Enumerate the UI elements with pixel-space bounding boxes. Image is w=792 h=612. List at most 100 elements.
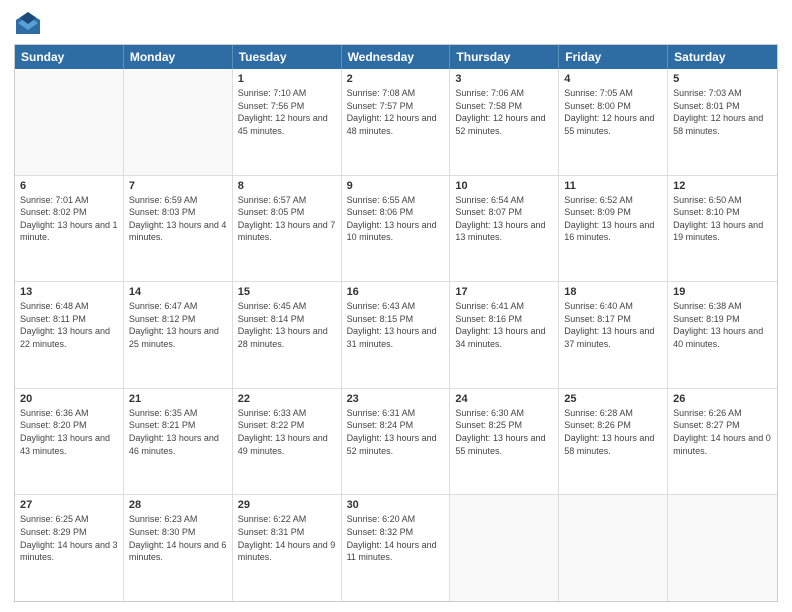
day-details: Sunrise: 6:35 AMSunset: 8:21 PMDaylight:… <box>129 407 227 457</box>
day-cell-11: 11 Sunrise: 6:52 AMSunset: 8:09 PMDayligh… <box>559 176 668 282</box>
header-day-friday: Friday <box>559 45 668 69</box>
day-cell-3: 3 Sunrise: 7:06 AMSunset: 7:58 PMDaylight… <box>450 69 559 175</box>
day-cell-4: 4 Sunrise: 7:05 AMSunset: 8:00 PMDaylight… <box>559 69 668 175</box>
day-number: 29 <box>238 499 336 511</box>
day-cell-9: 9Sunrise: 6:55 AMSunset: 8:06 PMDaylight… <box>342 176 451 282</box>
day-details: Sunrise: 6:31 AMSunset: 8:24 PMDaylight:… <box>347 407 445 457</box>
day-cell-29: 29 Sunrise: 6:22 AMSunset: 8:31 PMDayligh… <box>233 495 342 601</box>
day-cell-empty <box>124 69 233 175</box>
header-day-tuesday: Tuesday <box>233 45 342 69</box>
day-cell-20: 20 Sunrise: 6:36 AMSunset: 8:20 PMDayligh… <box>15 389 124 495</box>
day-number: 2 <box>347 73 445 85</box>
header-day-sunday: Sunday <box>15 45 124 69</box>
day-details: Sunrise: 6:43 AMSunset: 8:15 PMDaylight:… <box>347 300 445 350</box>
day-details: Sunrise: 6:33 AMSunset: 8:22 PMDaylight:… <box>238 407 336 457</box>
day-cell-18: 18 Sunrise: 6:40 AMSunset: 8:17 PMDayligh… <box>559 282 668 388</box>
day-details: Sunrise: 7:03 AMSunset: 8:01 PMDaylight:… <box>673 87 772 137</box>
day-number: 7 <box>129 180 227 192</box>
day-details: Sunrise: 7:08 AMSunset: 7:57 PMDaylight:… <box>347 87 445 137</box>
day-details: Sunrise: 7:01 AMSunset: 8:02 PMDaylight:… <box>20 194 118 244</box>
header-day-wednesday: Wednesday <box>342 45 451 69</box>
day-details: Sunrise: 6:52 AMSunset: 8:09 PMDaylight:… <box>564 194 662 244</box>
calendar-row-3: 13 Sunrise: 6:48 AMSunset: 8:11 PMDayligh… <box>15 282 777 389</box>
header-day-monday: Monday <box>124 45 233 69</box>
day-number: 21 <box>129 393 227 405</box>
calendar-row-4: 20 Sunrise: 6:36 AMSunset: 8:20 PMDayligh… <box>15 389 777 496</box>
day-number: 5 <box>673 73 772 85</box>
day-cell-8: 8Sunrise: 6:57 AMSunset: 8:05 PMDaylight… <box>233 176 342 282</box>
calendar-body: 1 Sunrise: 7:10 AMSunset: 7:56 PMDaylight… <box>15 69 777 601</box>
day-cell-12: 12 Sunrise: 6:50 AMSunset: 8:10 PMDayligh… <box>668 176 777 282</box>
day-cell-24: 24 Sunrise: 6:30 AMSunset: 8:25 PMDayligh… <box>450 389 559 495</box>
day-cell-30: 30Sunrise: 6:20 AMSunset: 8:32 PMDayligh… <box>342 495 451 601</box>
day-details: Sunrise: 6:30 AMSunset: 8:25 PMDaylight:… <box>455 407 553 457</box>
day-details: Sunrise: 6:47 AMSunset: 8:12 PMDaylight:… <box>129 300 227 350</box>
day-number: 3 <box>455 73 553 85</box>
header-day-thursday: Thursday <box>450 45 559 69</box>
day-number: 9 <box>347 180 445 192</box>
day-cell-27: 27 Sunrise: 6:25 AMSunset: 8:29 PMDayligh… <box>15 495 124 601</box>
day-cell-14: 14Sunrise: 6:47 AMSunset: 8:12 PMDayligh… <box>124 282 233 388</box>
day-cell-22: 22 Sunrise: 6:33 AMSunset: 8:22 PMDayligh… <box>233 389 342 495</box>
day-number: 12 <box>673 180 772 192</box>
day-cell-16: 16 Sunrise: 6:43 AMSunset: 8:15 PMDayligh… <box>342 282 451 388</box>
day-details: Sunrise: 6:48 AMSunset: 8:11 PMDaylight:… <box>20 300 118 350</box>
day-number: 20 <box>20 393 118 405</box>
day-number: 11 <box>564 180 662 192</box>
day-details: Sunrise: 7:10 AMSunset: 7:56 PMDaylight:… <box>238 87 336 137</box>
day-details: Sunrise: 6:38 AMSunset: 8:19 PMDaylight:… <box>673 300 772 350</box>
day-cell-6: 6Sunrise: 7:01 AMSunset: 8:02 PMDaylight… <box>15 176 124 282</box>
day-number: 18 <box>564 286 662 298</box>
day-details: Sunrise: 6:25 AMSunset: 8:29 PMDaylight:… <box>20 513 118 563</box>
day-cell-empty <box>15 69 124 175</box>
day-details: Sunrise: 6:40 AMSunset: 8:17 PMDaylight:… <box>564 300 662 350</box>
day-cell-5: 5 Sunrise: 7:03 AMSunset: 8:01 PMDaylight… <box>668 69 777 175</box>
day-number: 16 <box>347 286 445 298</box>
logo <box>14 10 46 38</box>
day-number: 26 <box>673 393 772 405</box>
day-cell-2: 2 Sunrise: 7:08 AMSunset: 7:57 PMDaylight… <box>342 69 451 175</box>
day-cell-28: 28Sunrise: 6:23 AMSunset: 8:30 PMDayligh… <box>124 495 233 601</box>
day-details: Sunrise: 6:50 AMSunset: 8:10 PMDaylight:… <box>673 194 772 244</box>
day-details: Sunrise: 6:22 AMSunset: 8:31 PMDaylight:… <box>238 513 336 563</box>
day-number: 28 <box>129 499 227 511</box>
day-number: 1 <box>238 73 336 85</box>
day-details: Sunrise: 6:36 AMSunset: 8:20 PMDaylight:… <box>20 407 118 457</box>
day-cell-1: 1 Sunrise: 7:10 AMSunset: 7:56 PMDaylight… <box>233 69 342 175</box>
day-number: 17 <box>455 286 553 298</box>
day-cell-7: 7Sunrise: 6:59 AMSunset: 8:03 PMDaylight… <box>124 176 233 282</box>
day-cell-23: 23 Sunrise: 6:31 AMSunset: 8:24 PMDayligh… <box>342 389 451 495</box>
day-number: 24 <box>455 393 553 405</box>
day-cell-empty <box>559 495 668 601</box>
day-number: 15 <box>238 286 336 298</box>
day-details: Sunrise: 6:54 AMSunset: 8:07 PMDaylight:… <box>455 194 553 244</box>
day-cell-19: 19Sunrise: 6:38 AMSunset: 8:19 PMDayligh… <box>668 282 777 388</box>
day-cell-25: 25 Sunrise: 6:28 AMSunset: 8:26 PMDayligh… <box>559 389 668 495</box>
day-number: 30 <box>347 499 445 511</box>
day-cell-empty <box>668 495 777 601</box>
day-number: 23 <box>347 393 445 405</box>
calendar-row-1: 1 Sunrise: 7:10 AMSunset: 7:56 PMDaylight… <box>15 69 777 176</box>
day-details: Sunrise: 6:41 AMSunset: 8:16 PMDaylight:… <box>455 300 553 350</box>
day-details: Sunrise: 6:57 AMSunset: 8:05 PMDaylight:… <box>238 194 336 244</box>
day-details: Sunrise: 6:28 AMSunset: 8:26 PMDaylight:… <box>564 407 662 457</box>
day-cell-21: 21 Sunrise: 6:35 AMSunset: 8:21 PMDayligh… <box>124 389 233 495</box>
header-day-saturday: Saturday <box>668 45 777 69</box>
calendar-row-2: 6Sunrise: 7:01 AMSunset: 8:02 PMDaylight… <box>15 176 777 283</box>
day-number: 13 <box>20 286 118 298</box>
day-cell-15: 15 Sunrise: 6:45 AMSunset: 8:14 PMDayligh… <box>233 282 342 388</box>
day-cell-10: 10Sunrise: 6:54 AMSunset: 8:07 PMDayligh… <box>450 176 559 282</box>
day-number: 22 <box>238 393 336 405</box>
day-cell-empty <box>450 495 559 601</box>
day-number: 4 <box>564 73 662 85</box>
calendar-row-5: 27 Sunrise: 6:25 AMSunset: 8:29 PMDayligh… <box>15 495 777 601</box>
logo-icon <box>14 10 42 38</box>
page: SundayMondayTuesdayWednesdayThursdayFrid… <box>0 0 792 612</box>
calendar-header-row: SundayMondayTuesdayWednesdayThursdayFrid… <box>15 45 777 69</box>
day-details: Sunrise: 6:45 AMSunset: 8:14 PMDaylight:… <box>238 300 336 350</box>
day-details: Sunrise: 7:06 AMSunset: 7:58 PMDaylight:… <box>455 87 553 137</box>
day-number: 27 <box>20 499 118 511</box>
header <box>14 10 778 38</box>
day-details: Sunrise: 7:05 AMSunset: 8:00 PMDaylight:… <box>564 87 662 137</box>
day-number: 25 <box>564 393 662 405</box>
